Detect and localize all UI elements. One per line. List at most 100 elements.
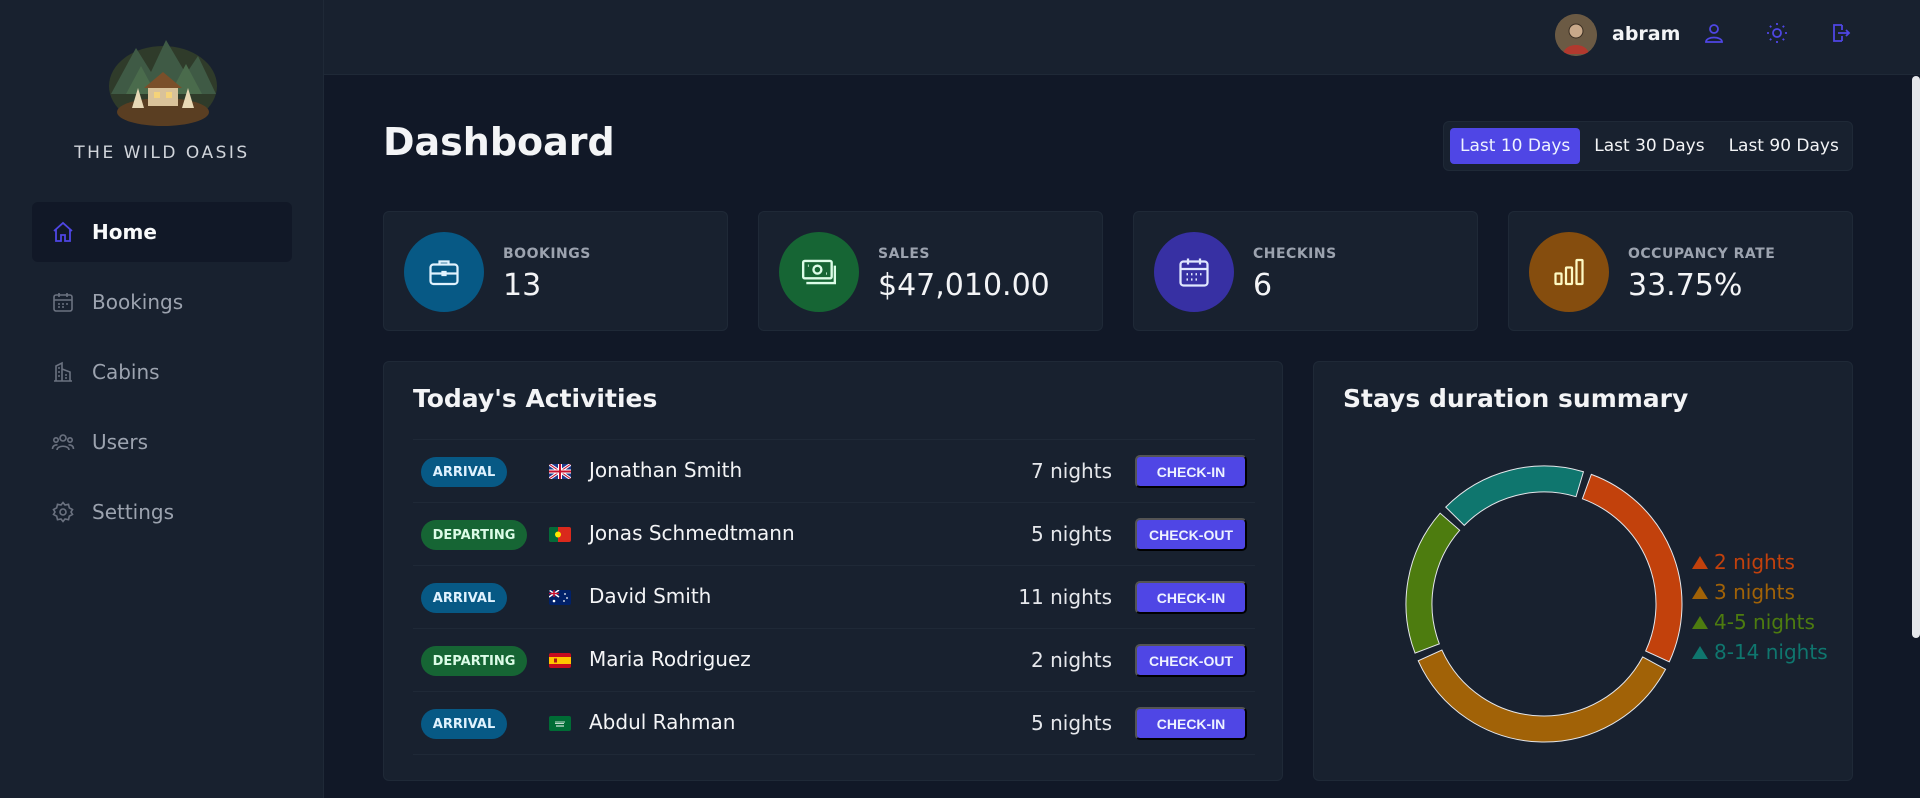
legend-label: 2 nights bbox=[1714, 550, 1795, 574]
banknotes-icon bbox=[779, 232, 859, 312]
sidebar-item-bookings[interactable]: Bookings bbox=[32, 272, 292, 332]
main-nav: Home Bookings Cabins Users Settings bbox=[32, 202, 292, 552]
briefcase-icon bbox=[404, 232, 484, 312]
page-title: Dashboard bbox=[383, 120, 615, 164]
logout-button[interactable] bbox=[1825, 20, 1855, 50]
legend-item: 2 nights bbox=[1692, 547, 1828, 577]
todays-activities-panel: Today's Activities ARRIVAL Jonathan Smit… bbox=[383, 361, 1283, 781]
activity-row: ARRIVAL Jonathan Smith 7 nights CHECK-IN bbox=[413, 440, 1255, 503]
users-icon bbox=[50, 429, 76, 455]
panel-title: Stays duration summary bbox=[1343, 384, 1689, 413]
home-icon bbox=[50, 219, 76, 245]
triangle-icon bbox=[1692, 555, 1708, 569]
brand-name: THE WILD OASIS bbox=[74, 143, 250, 163]
stat-checkins: CHECKINS 6 bbox=[1133, 211, 1478, 331]
avatar[interactable] bbox=[1555, 14, 1597, 56]
pt-flag-icon bbox=[549, 527, 571, 542]
es-flag-icon bbox=[549, 653, 571, 668]
activity-list: ARRIVAL Jonathan Smith 7 nights CHECK-IN… bbox=[413, 439, 1255, 755]
sa-flag-icon bbox=[549, 716, 571, 731]
legend-label: 4-5 nights bbox=[1714, 610, 1815, 634]
stays-donut-chart bbox=[1405, 465, 1683, 743]
status-badge: ARRIVAL bbox=[421, 709, 507, 739]
calendar-icon bbox=[50, 289, 76, 315]
top-header bbox=[324, 0, 1920, 75]
status-badge: DEPARTING bbox=[421, 646, 527, 676]
check-out-button[interactable]: CHECK-OUT bbox=[1135, 518, 1247, 551]
nights-count: 11 nights bbox=[1018, 585, 1112, 609]
triangle-icon bbox=[1692, 645, 1708, 659]
status-badge: ARRIVAL bbox=[421, 457, 507, 487]
nights-count: 7 nights bbox=[1031, 459, 1112, 483]
gear-icon bbox=[50, 499, 76, 525]
triangle-icon bbox=[1692, 585, 1708, 599]
stat-bookings: BOOKINGS 13 bbox=[383, 211, 728, 331]
status-badge: ARRIVAL bbox=[421, 583, 507, 613]
stat-label: BOOKINGS bbox=[503, 246, 591, 262]
guest-name: Jonas Schmedtmann bbox=[589, 521, 795, 545]
check-in-button[interactable]: CHECK-IN bbox=[1135, 455, 1247, 488]
account-button[interactable] bbox=[1699, 20, 1729, 50]
scrollbar-thumb[interactable] bbox=[1912, 76, 1920, 638]
stat-label: CHECKINS bbox=[1253, 246, 1337, 262]
user-icon bbox=[1702, 21, 1726, 49]
stat-value: 13 bbox=[503, 268, 542, 303]
stat-occupancy: OCCUPANCY RATE 33.75% bbox=[1508, 211, 1853, 331]
sidebar-item-label: Users bbox=[92, 430, 149, 454]
username: abram bbox=[1612, 23, 1681, 45]
triangle-icon bbox=[1692, 615, 1708, 629]
sidebar-item-label: Bookings bbox=[92, 290, 184, 314]
legend-label: 3 nights bbox=[1714, 580, 1795, 604]
logout-icon bbox=[1828, 21, 1852, 49]
building-icon bbox=[50, 359, 76, 385]
gb-flag-icon bbox=[549, 464, 571, 479]
stat-value: 33.75% bbox=[1628, 268, 1743, 303]
stat-value: 6 bbox=[1253, 268, 1273, 303]
chart-bar-icon bbox=[1529, 232, 1609, 312]
activity-row: ARRIVAL Abdul Rahman 5 nights CHECK-IN bbox=[413, 692, 1255, 755]
sidebar-item-home[interactable]: Home bbox=[32, 202, 292, 262]
nights-count: 2 nights bbox=[1031, 648, 1112, 672]
legend-item: 3 nights bbox=[1692, 577, 1828, 607]
guest-name: Abdul Rahman bbox=[589, 710, 736, 734]
au-flag-icon bbox=[549, 590, 571, 605]
stat-label: SALES bbox=[878, 246, 930, 262]
legend-item: 8-14 nights bbox=[1692, 637, 1828, 667]
donut-slice-8-14-nights[interactable] bbox=[1445, 465, 1585, 527]
filter-last-10-days[interactable]: Last 10 Days bbox=[1450, 128, 1581, 164]
filter-last-30-days[interactable]: Last 30 Days bbox=[1584, 128, 1714, 164]
donut-slice-2-nights[interactable] bbox=[1581, 473, 1683, 663]
filter-last-90-days[interactable]: Last 90 Days bbox=[1719, 128, 1849, 164]
sidebar-item-label: Settings bbox=[92, 500, 175, 524]
donut-slice-3-nights[interactable] bbox=[1417, 649, 1667, 743]
sidebar-item-users[interactable]: Users bbox=[32, 412, 292, 472]
activity-row: DEPARTING Maria Rodriguez 2 nights CHECK… bbox=[413, 629, 1255, 692]
legend-label: 8-14 nights bbox=[1714, 640, 1828, 664]
check-in-button[interactable]: CHECK-IN bbox=[1135, 581, 1247, 614]
stat-sales: SALES $47,010.00 bbox=[758, 211, 1103, 331]
sun-icon bbox=[1765, 21, 1789, 49]
sidebar-item-settings[interactable]: Settings bbox=[32, 482, 292, 542]
sidebar-item-label: Cabins bbox=[92, 360, 160, 384]
calendar-days-icon bbox=[1154, 232, 1234, 312]
guest-name: Jonathan Smith bbox=[589, 458, 743, 482]
check-in-button[interactable]: CHECK-IN bbox=[1135, 707, 1247, 740]
sidebar-item-label: Home bbox=[92, 220, 157, 244]
activity-row: DEPARTING Jonas Schmedtmann 5 nights CHE… bbox=[413, 503, 1255, 566]
stays-summary-panel: Stays duration summary 2 nights 3 nights 4… bbox=[1313, 361, 1853, 781]
theme-toggle-button[interactable] bbox=[1762, 20, 1792, 50]
sidebar-item-cabins[interactable]: Cabins bbox=[32, 342, 292, 402]
nights-count: 5 nights bbox=[1031, 522, 1112, 546]
stat-label: OCCUPANCY RATE bbox=[1628, 246, 1776, 262]
donut-slice-4-5-nights[interactable] bbox=[1405, 512, 1461, 654]
check-out-button[interactable]: CHECK-OUT bbox=[1135, 644, 1247, 677]
logo bbox=[106, 34, 220, 128]
nights-count: 5 nights bbox=[1031, 711, 1112, 735]
chart-legend: 2 nights 3 nights 4-5 nights 8-14 nights bbox=[1692, 547, 1828, 667]
legend-item: 4-5 nights bbox=[1692, 607, 1828, 637]
panel-title: Today's Activities bbox=[413, 384, 658, 413]
guest-name: Maria Rodriguez bbox=[589, 647, 751, 671]
date-filter: Last 10 Days Last 30 Days Last 90 Days bbox=[1443, 121, 1853, 171]
stat-value: $47,010.00 bbox=[878, 268, 1050, 303]
sidebar: THE WILD OASIS Home Bookings Cabins User… bbox=[0, 0, 324, 798]
